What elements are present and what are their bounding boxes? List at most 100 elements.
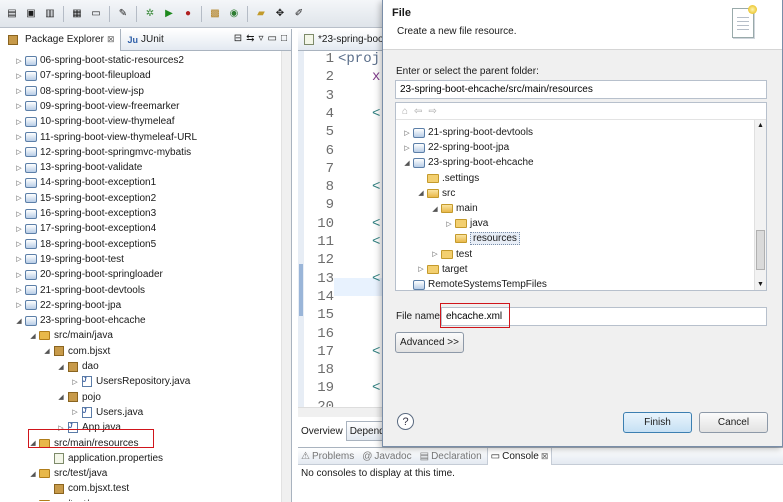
- tree-item[interactable]: ▷ 20-spring-boot-springloader: [14, 267, 163, 282]
- collapsed-twisty-icon[interactable]: ▷: [444, 220, 454, 228]
- skip-breakpoints-icon[interactable]: ✎: [115, 6, 131, 22]
- editor-tab[interactable]: *23-spring-boo: [298, 29, 388, 51]
- close-icon[interactable]: ⊠: [541, 451, 549, 462]
- tree-item[interactable]: ▷ 17-spring-boot-exception4: [14, 221, 156, 236]
- link-editor-icon[interactable]: ⇆: [246, 33, 254, 44]
- tree-item[interactable]: ▷ 07-spring-boot-fileupload: [14, 68, 150, 83]
- code-line-1[interactable]: <proj: [338, 51, 380, 67]
- tab-package-explorer[interactable]: Package Explorer ⊠: [0, 28, 122, 51]
- collapsed-twisty-icon[interactable]: ▷: [70, 378, 80, 386]
- tree-item[interactable]: ▷ 06-spring-boot-static-resources2: [14, 53, 184, 68]
- editor-horizontal-scrollbar[interactable]: [298, 407, 388, 417]
- tree-item[interactable]: ▷ 21-spring-boot-devtools: [14, 283, 145, 298]
- minimize-icon[interactable]: ▭: [268, 33, 277, 44]
- tree-item[interactable]: ▷ 16-spring-boot-exception3: [14, 206, 156, 221]
- tab-overview[interactable]: Overview: [298, 421, 347, 441]
- collapsed-twisty-icon[interactable]: ▷: [402, 129, 412, 137]
- folder-tree-item[interactable]: ▷ java: [444, 216, 488, 231]
- tree-item[interactable]: ▷ 10-spring-boot-view-thymeleaf: [14, 114, 174, 129]
- tree-item[interactable]: ▷ 14-spring-boot-exception1: [14, 175, 156, 190]
- folder-tree-item[interactable]: ▷ target: [416, 262, 467, 277]
- tree-item[interactable]: ◢ com.bjsxt: [42, 344, 110, 359]
- tree-item[interactable]: ▷ 19-spring-boot-test: [14, 252, 124, 267]
- tree-item[interactable]: ▷ 11-spring-boot-view-thymeleaf-URL: [14, 130, 197, 145]
- tree-item[interactable]: ◢ src/main/java: [28, 328, 113, 343]
- collapsed-twisty-icon[interactable]: ▷: [14, 102, 24, 110]
- folder-tree-item[interactable]: ◢ src: [416, 186, 455, 201]
- folder-tree-item[interactable]: .settings: [416, 171, 479, 186]
- close-icon[interactable]: ⊠: [107, 34, 115, 45]
- scroll-down-icon[interactable]: ▼: [757, 281, 764, 288]
- code-line-2[interactable]: x: [372, 69, 380, 85]
- search-icon[interactable]: ✥: [272, 6, 288, 22]
- folder-tree-item[interactable]: ◢ main: [430, 201, 477, 216]
- collapsed-twisty-icon[interactable]: ▷: [14, 286, 24, 294]
- console-icon[interactable]: ▭: [88, 6, 104, 22]
- print-icon[interactable]: ▦: [69, 6, 85, 22]
- cancel-button[interactable]: Cancel: [699, 412, 768, 433]
- collapsed-twisty-icon[interactable]: ▷: [14, 194, 24, 202]
- open-type-icon[interactable]: ▰: [253, 6, 269, 22]
- collapsed-twisty-icon[interactable]: ▷: [14, 271, 24, 279]
- run-icon[interactable]: ▶: [161, 6, 177, 22]
- folder-tree-item[interactable]: ▷ 22-spring-boot-jpa: [402, 140, 509, 155]
- folder-tree-item[interactable]: ◢ 23-spring-boot-ehcache: [402, 155, 533, 170]
- tree-item[interactable]: ▷ 15-spring-boot-exception2: [14, 191, 156, 206]
- collapsed-twisty-icon[interactable]: ▷: [14, 255, 24, 263]
- folder-tree-scrollbar[interactable]: ▲ ▼: [754, 120, 766, 290]
- help-icon[interactable]: ?: [397, 413, 414, 430]
- tree-item[interactable]: ▷ 22-spring-boot-jpa: [14, 298, 121, 313]
- save-icon[interactable]: ▣: [23, 6, 39, 22]
- tree-item[interactable]: ◢ dao: [56, 359, 98, 374]
- collapsed-twisty-icon[interactable]: ▷: [14, 301, 24, 309]
- maximize-icon[interactable]: □: [281, 33, 287, 44]
- collapsed-twisty-icon[interactable]: ▷: [430, 250, 440, 258]
- new-java-project-icon[interactable]: ▩: [207, 6, 223, 22]
- tab-junit[interactable]: Ju JUnit: [121, 29, 169, 51]
- parent-folder-input[interactable]: [395, 80, 767, 99]
- collapsed-twisty-icon[interactable]: ▷: [416, 265, 426, 273]
- collapsed-twisty-icon[interactable]: ▷: [14, 72, 24, 80]
- folder-tree-item[interactable]: ▷ 21-spring-boot-devtools: [402, 125, 533, 140]
- tree-item[interactable]: ▷ 09-spring-boot-view-freemarker: [14, 99, 179, 114]
- debug-icon[interactable]: ✲: [142, 6, 158, 22]
- tab-console[interactable]: ▭ Console ⊠: [486, 447, 553, 465]
- expanded-twisty-icon[interactable]: ◢: [56, 363, 66, 371]
- collapsed-twisty-icon[interactable]: ▷: [14, 87, 24, 95]
- advanced-button[interactable]: Advanced >>: [395, 332, 464, 353]
- collapsed-twisty-icon[interactable]: ▷: [14, 148, 24, 156]
- new-class-icon[interactable]: ◉: [226, 6, 242, 22]
- expanded-twisty-icon[interactable]: ◢: [28, 332, 38, 340]
- tree-item[interactable]: ▷ 08-spring-boot-view-jsp: [14, 84, 144, 99]
- collapsed-twisty-icon[interactable]: ▷: [14, 225, 24, 233]
- folder-tree-item[interactable]: ▷ test: [430, 247, 472, 262]
- tree-item[interactable]: ◢ pojo: [56, 390, 101, 405]
- folder-tree-item[interactable]: RemoteSystemsTempFiles: [402, 277, 547, 290]
- collapsed-twisty-icon[interactable]: ▷: [14, 179, 24, 187]
- collapsed-twisty-icon[interactable]: ▷: [14, 57, 24, 65]
- tree-item[interactable]: com.bjsxt.test: [42, 481, 129, 496]
- expanded-twisty-icon[interactable]: ◢: [28, 470, 38, 478]
- collapsed-twisty-icon[interactable]: ▷: [14, 118, 24, 126]
- new-icon[interactable]: ▤: [4, 6, 20, 22]
- tree-item[interactable]: ▷ 12-spring-boot-springmvc-mybatis: [14, 145, 191, 160]
- collapsed-twisty-icon[interactable]: ▷: [14, 164, 24, 172]
- tab-javadoc[interactable]: @ Javadoc: [359, 451, 414, 462]
- scroll-thumb[interactable]: [756, 230, 765, 270]
- tree-item[interactable]: ▷ 18-spring-boot-exception5: [14, 237, 156, 252]
- finish-button[interactable]: Finish: [623, 412, 692, 433]
- tree-item[interactable]: ▷ 13-spring-boot-validate: [14, 160, 142, 175]
- tree-item[interactable]: src/test/resources: [28, 497, 133, 501]
- expanded-twisty-icon[interactable]: ◢: [402, 159, 412, 167]
- tab-declaration[interactable]: ▤ Declaration: [417, 451, 485, 462]
- folder-tree-item[interactable]: resources: [444, 231, 520, 246]
- tree-item[interactable]: ▷ J Users.java: [70, 405, 143, 420]
- expanded-twisty-icon[interactable]: ◢: [56, 393, 66, 401]
- save-all-icon[interactable]: ▥: [42, 6, 58, 22]
- scroll-up-icon[interactable]: ▲: [757, 122, 764, 129]
- home-icon[interactable]: ⌂: [402, 106, 408, 117]
- back-icon[interactable]: ⇦: [414, 106, 422, 117]
- collapsed-twisty-icon[interactable]: ▷: [14, 210, 24, 218]
- forward-icon[interactable]: ⇨: [428, 106, 436, 117]
- collapsed-twisty-icon[interactable]: ▷: [402, 144, 412, 152]
